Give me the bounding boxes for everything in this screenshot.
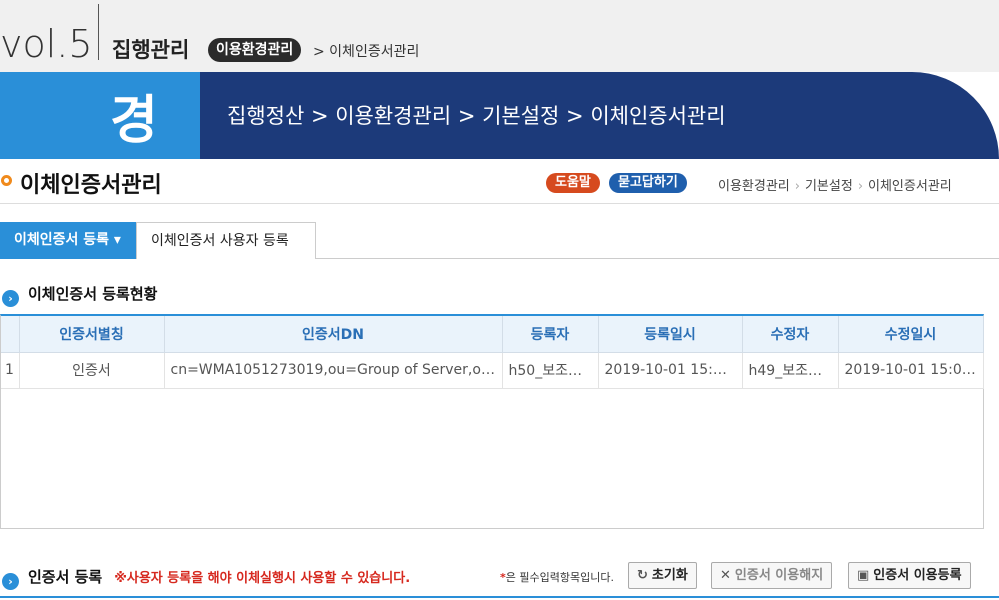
cert-register-label: 인증서 이용등록 <box>873 568 962 583</box>
column-header[interactable]: 등록자 <box>502 316 599 353</box>
chevron-right-icon: › <box>794 179 800 194</box>
cert-cancel-button[interactable]: ✕ 인증서 이용해지 <box>711 562 833 589</box>
title-bullet-icon <box>1 175 12 186</box>
tab-cert-register[interactable]: 이체인증서 등록 ▾ <box>0 222 136 259</box>
volume-label: vol.5 <box>0 22 93 66</box>
column-header[interactable]: 수정일시 <box>838 316 984 353</box>
table-row[interactable]: 1 인증서 cn=WMA1051273019,ou=Group of Serve… <box>1 352 984 389</box>
logo-area: 경로 <box>0 72 200 226</box>
required-text: 은 필수입력항목입니다. <box>505 571 614 584</box>
required-note: *은 필수입력항목입니다. <box>500 569 614 585</box>
breadcrumb-item[interactable]: 이체인증서관리 <box>868 179 952 194</box>
column-header[interactable]: 인증서별칭 <box>19 316 165 353</box>
tab-cert-user-register[interactable]: 이체인증서 사용자 등록 <box>136 222 316 259</box>
section-title: 이체인증서 등록현황 <box>28 285 158 303</box>
logo: 경로 <box>110 91 158 226</box>
column-header[interactable] <box>1 316 20 353</box>
modified-at-cell: 2019-10-01 15:0… <box>838 352 984 389</box>
header-band: 경로 집행정산 > 이용환경관리 > 기본설정 > 이체인증서관리 <box>0 72 999 226</box>
current-menu: > 이체인증서관리 <box>313 44 420 60</box>
cert-cancel-label: 인증서 이용해지 <box>734 568 824 583</box>
cert-grid: 인증서별칭 인증서DN 등록자 등록일시 수정자 수정일시 1 인증서 cn=W… <box>0 314 984 529</box>
chevron-circle-icon: › <box>2 290 19 307</box>
header-path: 집행정산 > 이용환경관리 > 기본설정 > 이체인증서관리 <box>227 104 726 128</box>
tab-bar: 이체인증서 등록 ▾ 이체인증서 사용자 등록 <box>0 222 999 259</box>
modifier-cell: h49_보조… <box>742 352 839 389</box>
menu-pill[interactable]: 이용환경관리 <box>208 38 302 62</box>
page-title-row: 이체인증서관리 도움말 묻고답하기 이용환경관리 › 기본설정 › 이체인증서관리 <box>0 160 999 204</box>
qna-button[interactable]: 묻고답하기 <box>609 173 687 193</box>
section-header: › 인증서 등록 ※사용자 등록을 해야 이체실행시 사용할 수 있습니다. <box>2 566 410 590</box>
cert-register-button[interactable]: ▣ 인증서 이용등록 <box>848 562 971 589</box>
reset-button[interactable]: ↻ 초기화 <box>628 562 697 589</box>
divider <box>0 596 999 600</box>
divider <box>98 4 99 60</box>
cert-alias-cell: 인증서 <box>19 352 165 389</box>
warning-text: ※사용자 등록을 해야 이체실행시 사용할 수 있습니다. <box>114 571 411 586</box>
table-header-row: 인증서별칭 인증서DN 등록자 등록일시 수정자 수정일시 <box>1 316 984 353</box>
cert-dn-cell: cn=WMA1051273019,ou=Group of Server,o=… <box>164 352 503 389</box>
close-icon: ✕ <box>720 568 731 583</box>
column-header[interactable]: 등록일시 <box>598 316 743 353</box>
registered-at-cell: 2019-10-01 15:0… <box>598 352 743 389</box>
system-title: 집행관리 <box>112 38 190 62</box>
top-strip: vol.5 집행관리 이용환경관리 > 이체인증서관리 <box>0 0 999 72</box>
breadcrumb-item[interactable]: 이용환경관리 <box>718 179 790 194</box>
column-header[interactable]: 인증서DN <box>164 316 503 353</box>
section-header: › 이체인증서 등록현황 <box>2 283 157 307</box>
reset-label: 초기화 <box>651 568 688 583</box>
column-header[interactable]: 수정자 <box>742 316 839 353</box>
refresh-icon: ↻ <box>637 568 648 583</box>
breadcrumb: 이용환경관리 › 기본설정 › 이체인증서관리 <box>718 175 952 194</box>
save-icon: ▣ <box>857 568 870 583</box>
page-title: 이체인증서관리 <box>20 173 162 198</box>
section-title: 인증서 등록 <box>28 568 103 586</box>
help-button[interactable]: 도움말 <box>546 173 600 193</box>
breadcrumb-item[interactable]: 기본설정 <box>805 179 853 194</box>
row-number: 1 <box>1 352 20 389</box>
registrant-cell: h50_보조… <box>502 352 599 389</box>
header-nav: 집행정산 > 이용환경관리 > 기본설정 > 이체인증서관리 <box>200 72 999 159</box>
cert-table: 인증서별칭 인증서DN 등록자 등록일시 수정자 수정일시 1 인증서 cn=W… <box>1 316 984 389</box>
chevron-right-icon: › <box>857 179 864 194</box>
chevron-circle-icon: › <box>2 573 19 590</box>
